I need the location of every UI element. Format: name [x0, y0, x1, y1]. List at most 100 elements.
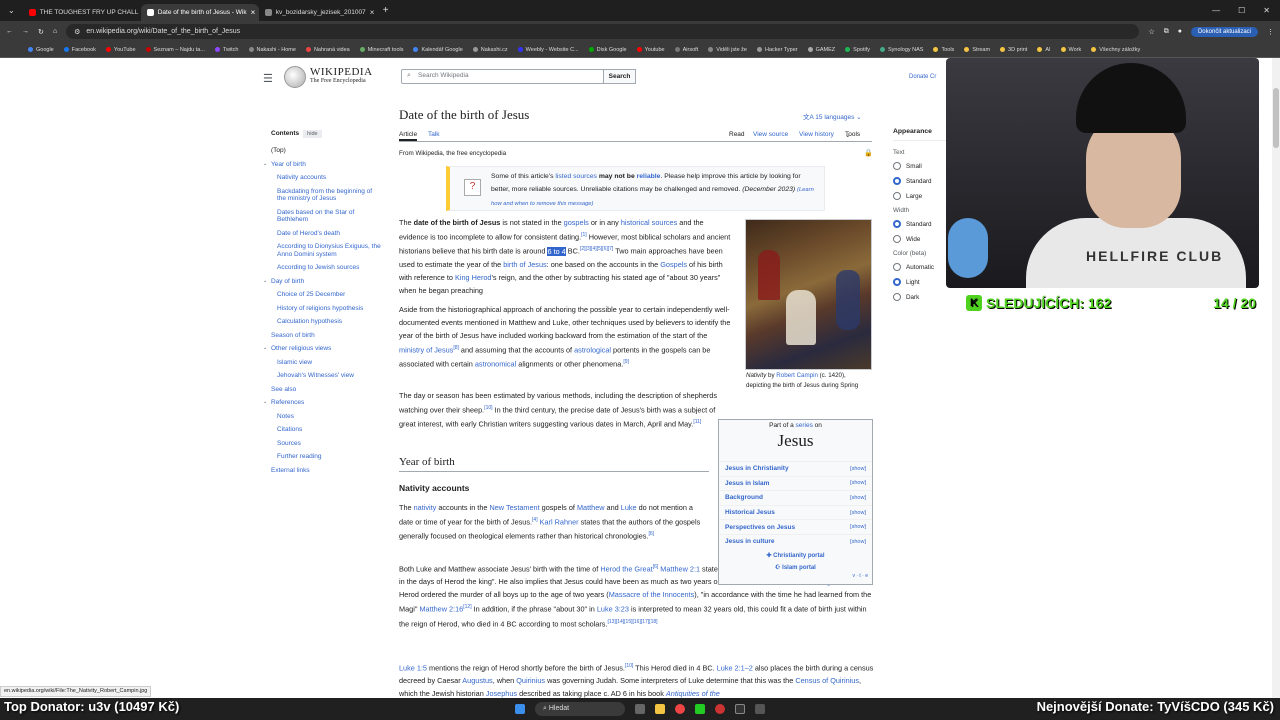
scrollbar-thumb[interactable]: [1273, 88, 1279, 148]
islam-portal-link[interactable]: ☪ Islam portal: [719, 563, 872, 573]
karl-rahner-link[interactable]: Karl Rahner: [540, 517, 579, 526]
radio-icon[interactable]: [893, 220, 901, 228]
toc-item[interactable]: Citations: [262, 426, 382, 434]
bookmark-item[interactable]: Viděli jste že: [708, 47, 747, 53]
bookmark-item[interactable]: Spotify: [845, 47, 870, 53]
chevron-down-icon[interactable]: ⌄: [263, 278, 267, 286]
toc-item[interactable]: Nativity accounts: [262, 174, 382, 182]
series-link[interactable]: series: [795, 422, 812, 429]
close-window-icon[interactable]: ✕: [1263, 6, 1270, 15]
close-icon[interactable]: ×: [251, 8, 256, 17]
toc-item[interactable]: Season of birth: [262, 332, 382, 340]
new-testament-link[interactable]: New Testament: [489, 503, 539, 512]
site-info-icon[interactable]: ⚙: [74, 28, 80, 36]
nativity-painting[interactable]: [745, 219, 872, 370]
nativity-link[interactable]: nativity: [414, 503, 437, 512]
toc-item[interactable]: Further reading: [262, 453, 382, 461]
back-icon[interactable]: ←: [6, 28, 13, 35]
show-toggle[interactable]: [show]: [850, 480, 866, 486]
show-toggle[interactable]: [show]: [850, 539, 866, 545]
massacre-link[interactable]: Massacre of the Innocents: [609, 590, 695, 599]
infobox-row[interactable]: Perspectives on Jesus [show]: [719, 519, 872, 534]
radio-icon[interactable]: [893, 293, 901, 301]
toc-item[interactable]: According to Jewish sources: [262, 264, 382, 272]
matthew-2-1-link[interactable]: Matthew 2:1: [660, 564, 700, 573]
bookmark-item[interactable]: Hacker Typer: [757, 47, 798, 53]
reload-icon[interactable]: ↻: [38, 28, 44, 36]
bookmark-item[interactable]: Nakashi - Home: [248, 47, 296, 53]
bookmark-item[interactable]: Stream: [964, 47, 990, 53]
bookmark-item[interactable]: Work: [1060, 47, 1081, 53]
bookmark-item[interactable]: Weebly - Website C...: [517, 47, 579, 53]
toc-item[interactable]: Backdating from the beginning of the min…: [262, 188, 382, 203]
menu-icon[interactable]: ⋮: [1267, 28, 1274, 36]
luke-2-1-link[interactable]: Luke 2:1–2: [717, 663, 753, 672]
url-field[interactable]: ⚙ en.wikipedia.org/wiki/Date_of_the_birth…: [66, 24, 1140, 39]
king-herod-link[interactable]: King Herod: [455, 273, 492, 282]
robert-campin-link[interactable]: Robert Campin: [776, 372, 818, 379]
tab-wikipedia[interactable]: Date of the birth of Jesus - Wik ×: [140, 4, 259, 21]
bookmark-star-icon[interactable]: ☆: [1148, 28, 1154, 36]
home-icon[interactable]: ⌂: [53, 28, 57, 35]
toc-item[interactable]: Islamic view: [262, 359, 382, 367]
infobox-row[interactable]: Jesus in Christianity [show]: [719, 461, 872, 476]
herod-the-great-link[interactable]: Herod the Great: [600, 564, 652, 573]
bookmark-item[interactable]: GAMEZ: [807, 47, 835, 53]
maximize-icon[interactable]: ☐: [1238, 6, 1245, 15]
show-toggle[interactable]: [show]: [850, 510, 866, 516]
tab-youtube[interactable]: THE TOUGHEST FRY UP CHALL×: [23, 4, 141, 21]
show-toggle[interactable]: [show]: [850, 466, 866, 472]
windows-start-icon[interactable]: [515, 704, 525, 714]
ministry-link[interactable]: ministry of Jesus: [399, 345, 453, 354]
app-icon[interactable]: [755, 704, 765, 714]
toc-item[interactable]: External links: [262, 467, 382, 475]
toc-item[interactable]: ⌄ References: [262, 399, 382, 407]
bookmark-item[interactable]: Nahraná videa: [305, 47, 350, 53]
task-view-icon[interactable]: [635, 704, 645, 714]
taskbar-search[interactable]: ⌕ Hledat: [535, 702, 625, 716]
forward-icon[interactable]: →: [22, 28, 29, 35]
toc-item[interactable]: See also: [262, 386, 382, 394]
minimize-icon[interactable]: —: [1212, 6, 1220, 15]
profile-icon[interactable]: ●: [1178, 28, 1182, 35]
antiquities-link[interactable]: Antiquities of the: [666, 689, 720, 698]
bookmark-item[interactable]: Disk Google: [588, 47, 627, 53]
toc-item[interactable]: Calculation hypothesis: [262, 318, 382, 326]
bookmark-item[interactable]: AI: [1037, 47, 1051, 53]
tools-menu[interactable]: Tools ⌄: [845, 131, 860, 139]
languages-button[interactable]: 文A 15 languages ⌄: [803, 111, 862, 121]
bookmark-item[interactable]: Twitch: [214, 47, 239, 53]
main-menu-icon[interactable]: ☰: [263, 72, 273, 85]
bookmark-item[interactable]: Nakashi.cz: [472, 47, 508, 53]
bookmark-item[interactable]: Google: [28, 47, 54, 53]
astrological-link[interactable]: astrological: [574, 345, 611, 354]
chevron-down-icon[interactable]: ⌄: [263, 345, 267, 353]
excel-icon[interactable]: [695, 704, 705, 714]
listed-sources-link[interactable]: listed sources: [555, 173, 597, 180]
bookmark-item[interactable]: Facebook: [63, 47, 96, 53]
tab-view-source[interactable]: View source: [753, 131, 788, 138]
birth-of-jesus-link[interactable]: birth of Jesus: [503, 260, 546, 269]
search-button[interactable]: Search: [603, 69, 636, 84]
astronomical-link[interactable]: astronomical: [475, 360, 516, 369]
update-button[interactable]: Dokončit aktualizaci: [1190, 26, 1258, 37]
quirinius-link[interactable]: Quirinius: [516, 676, 545, 685]
historical-sources-link[interactable]: historical sources: [621, 218, 677, 227]
christianity-portal-link[interactable]: ✚ Christianity portal: [719, 551, 872, 561]
bookmark-item[interactable]: Airsoft: [674, 47, 698, 53]
tab-article[interactable]: Article: [399, 131, 418, 141]
census-link[interactable]: Census of Quirinius: [795, 676, 859, 685]
josephus-link[interactable]: Josephus: [486, 689, 517, 698]
search-input[interactable]: ⌕ Search Wikipedia: [401, 69, 604, 84]
radio-icon[interactable]: [893, 177, 901, 185]
radio-icon[interactable]: [893, 235, 901, 243]
luke-1-5-link[interactable]: Luke 1:5: [399, 663, 427, 672]
chevron-down-icon[interactable]: ⌄: [263, 161, 267, 169]
tab-read[interactable]: Read: [729, 131, 745, 138]
matthew-2-16-link[interactable]: Matthew 2:16: [419, 605, 463, 614]
create-account-link[interactable]: Cr: [930, 74, 936, 80]
infobox-row[interactable]: Background [show]: [719, 490, 872, 505]
show-toggle[interactable]: [show]: [850, 524, 866, 530]
gospels-link[interactable]: gospels: [564, 218, 589, 227]
tab-image[interactable]: kv_bozidarsky_jezisek_201007 ×: [259, 4, 377, 21]
